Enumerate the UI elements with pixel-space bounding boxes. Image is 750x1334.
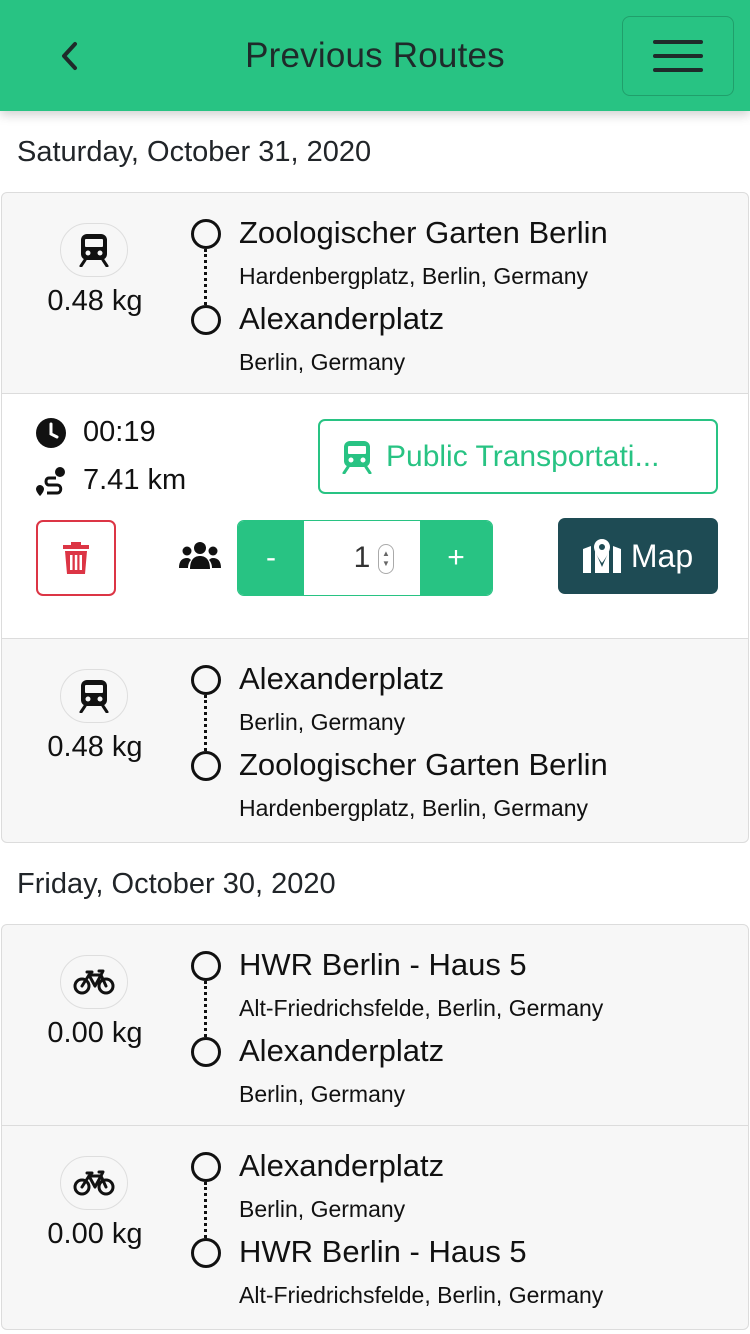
train-icon [79,680,109,713]
destination-marker [191,751,221,781]
train-icon [79,234,109,267]
duration-value: 00:19 [83,416,156,448]
destination-marker [191,305,221,335]
passenger-stepper: - 1 ▲ ▼ + [237,520,493,596]
route-connector [204,1182,207,1238]
destination-address: Alt-Friedrichsfelde, Berlin, Germany [239,1282,604,1308]
duration-row: 00:19 [35,416,156,449]
transport-mode-badge [60,669,128,723]
bicycle-icon [73,1170,115,1196]
route-card: 0.48 kg Zoologischer Garten Berlin Harde… [1,192,749,843]
destination-name: Alexanderplatz [239,301,445,336]
route-item[interactable]: 0.48 kg Alexanderplatz Berlin, Germany Z… [2,639,748,840]
hamburger-menu-icon [653,40,703,72]
destination-name: HWR Berlin - Haus 5 [239,1234,527,1269]
origin-address: Berlin, Germany [239,709,406,735]
map-button[interactable]: Map [558,518,718,594]
clock-icon [36,417,66,448]
date-heading: Friday, October 30, 2020 [17,868,336,900]
transport-mode-badge [60,955,128,1009]
distance-value: 7.41 km [83,464,187,496]
transport-mode-label: Public Transportati... [386,439,660,473]
map-button-label: Map [630,537,694,574]
emission-value: 0.48 kg [47,731,143,763]
emission-value: 0.48 kg [47,285,143,317]
route-connector [204,981,207,1037]
origin-name: Alexanderplatz [239,1148,445,1183]
transport-mode-button[interactable]: Public Transportati... [318,419,718,494]
passenger-count-input[interactable]: 1 ▲ ▼ [304,521,420,595]
increment-button[interactable]: + [420,521,492,595]
destination-address: Berlin, Germany [239,1081,406,1107]
route-distance-icon [36,466,65,496]
route-item[interactable]: 0.00 kg Alexanderplatz Berlin, Germany H… [2,1126,748,1327]
route-detail-panel: 00:19 7.41 km Public Transportati... - 1… [2,394,748,639]
route-connector [204,249,207,305]
passenger-count: 1 [353,541,371,574]
date-heading: Saturday, October 31, 2020 [17,136,372,168]
origin-name: HWR Berlin - Haus 5 [239,947,527,982]
route-item[interactable]: 0.00 kg HWR Berlin - Haus 5 Alt-Friedric… [2,925,748,1126]
origin-address: Berlin, Germany [239,1196,406,1222]
origin-address: Alt-Friedrichsfelde, Berlin, Germany [239,995,604,1021]
route-card: 0.00 kg HWR Berlin - Haus 5 Alt-Friedric… [1,924,749,1330]
emission-value: 0.00 kg [47,1218,143,1250]
transport-mode-badge [60,1156,128,1210]
destination-address: Hardenbergplatz, Berlin, Germany [239,795,588,821]
distance-row: 7.41 km [35,464,186,497]
origin-address: Hardenbergplatz, Berlin, Germany [239,263,588,289]
origin-name: Alexanderplatz [239,661,445,696]
decrement-button[interactable]: - [238,521,304,595]
destination-address: Berlin, Germany [239,349,406,375]
passengers-icon [179,541,221,576]
origin-marker [191,1152,221,1182]
destination-marker [191,1037,221,1067]
map-marker-icon [582,539,621,573]
transport-mode-badge [60,223,128,277]
destination-name: Zoologischer Garten Berlin [239,747,608,782]
origin-marker [191,951,221,981]
bicycle-icon [73,969,115,995]
origin-marker [191,219,221,249]
menu-button[interactable] [622,16,734,96]
trash-icon [63,542,89,574]
destination-name: Alexanderplatz [239,1033,445,1068]
delete-button[interactable] [36,520,116,596]
top-bar: Previous Routes [0,0,750,111]
spinner-arrows-icon[interactable]: ▲ ▼ [378,544,394,574]
destination-marker [191,1238,221,1268]
train-icon [342,440,372,474]
origin-name: Zoologischer Garten Berlin [239,215,608,250]
origin-marker [191,665,221,695]
emission-value: 0.00 kg [47,1017,143,1049]
route-item[interactable]: 0.48 kg Zoologischer Garten Berlin Harde… [2,193,748,394]
route-connector [204,695,207,751]
